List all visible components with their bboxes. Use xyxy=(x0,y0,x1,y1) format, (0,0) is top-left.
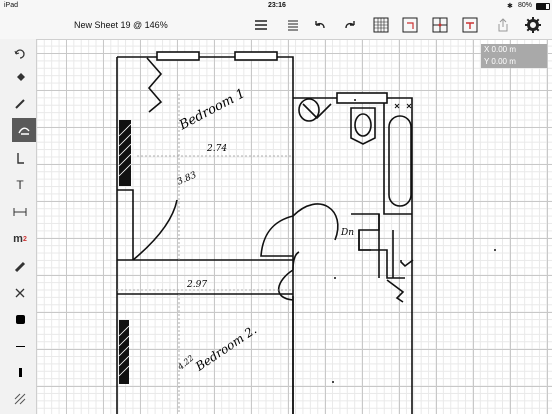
coordinate-readout: X 0.00 m Y 0.00 m xyxy=(481,44,547,68)
share-button[interactable] xyxy=(494,16,512,34)
text-tool[interactable]: T xyxy=(10,175,30,195)
delete-tool[interactable] xyxy=(10,283,30,303)
redo-button[interactable] xyxy=(341,16,359,34)
coordinate-y: Y 0.00 m xyxy=(484,57,516,66)
status-bar: iPad 23:16 ✱ 80% xyxy=(0,0,552,12)
label-stairs: Dn xyxy=(341,228,355,238)
snap-icon xyxy=(402,17,418,33)
share-icon xyxy=(498,18,508,32)
battery-icon xyxy=(536,3,550,10)
freehand-tool[interactable] xyxy=(12,118,36,142)
redo-icon xyxy=(345,21,355,29)
floor-plan xyxy=(116,51,496,414)
sheet-title: New Sheet 19 @ 146% xyxy=(74,20,168,30)
layers-swatch[interactable] xyxy=(10,389,30,409)
undo-icon xyxy=(315,21,325,29)
dimension-bedroom1-width: 2.74 xyxy=(207,144,228,154)
pin-icon xyxy=(462,17,478,33)
grid-toggle-button[interactable] xyxy=(372,16,390,34)
undo-arc-tool[interactable] xyxy=(10,43,30,63)
hamburger-icon xyxy=(255,20,267,30)
wall-tool[interactable] xyxy=(10,148,30,168)
dimension-bedroom2-width: 2.97 xyxy=(187,280,208,290)
grid-icon xyxy=(373,17,389,33)
layers-button[interactable] xyxy=(284,16,302,34)
dimension-tool[interactable] xyxy=(10,202,30,222)
snap-button[interactable] xyxy=(401,16,419,34)
layers-icon xyxy=(288,20,298,31)
crosshair-button[interactable] xyxy=(431,16,449,34)
top-toolbar: New Sheet 19 @ 146% xyxy=(0,12,552,40)
line-thin-swatch[interactable] xyxy=(10,336,30,356)
gear-icon xyxy=(525,17,541,33)
fill-color-swatch[interactable] xyxy=(10,309,30,329)
ruler-tool[interactable] xyxy=(10,257,30,277)
coordinate-x: X 0.00 m xyxy=(484,45,517,54)
pin-button[interactable] xyxy=(461,16,479,34)
crosshair-icon xyxy=(432,17,448,33)
device-label: iPad xyxy=(4,2,19,9)
battery-percent: 80% xyxy=(518,2,533,9)
bluetooth-icon: ✱ xyxy=(507,3,513,10)
undo-button[interactable] xyxy=(311,16,329,34)
line-thick-swatch[interactable] xyxy=(10,362,30,382)
status-time: 23:16 xyxy=(268,2,286,9)
fill-tool[interactable] xyxy=(10,67,30,87)
settings-button[interactable] xyxy=(524,16,542,34)
area-tool[interactable]: m2 xyxy=(10,229,30,249)
tool-sidebar: T m2 xyxy=(0,39,37,414)
menu-button[interactable] xyxy=(252,16,270,34)
drawing-canvas[interactable]: Bedroom 1 2.74 3.83 2.97 4.22 Bedroom 2.… xyxy=(37,40,552,414)
pencil-tool[interactable] xyxy=(10,94,30,114)
